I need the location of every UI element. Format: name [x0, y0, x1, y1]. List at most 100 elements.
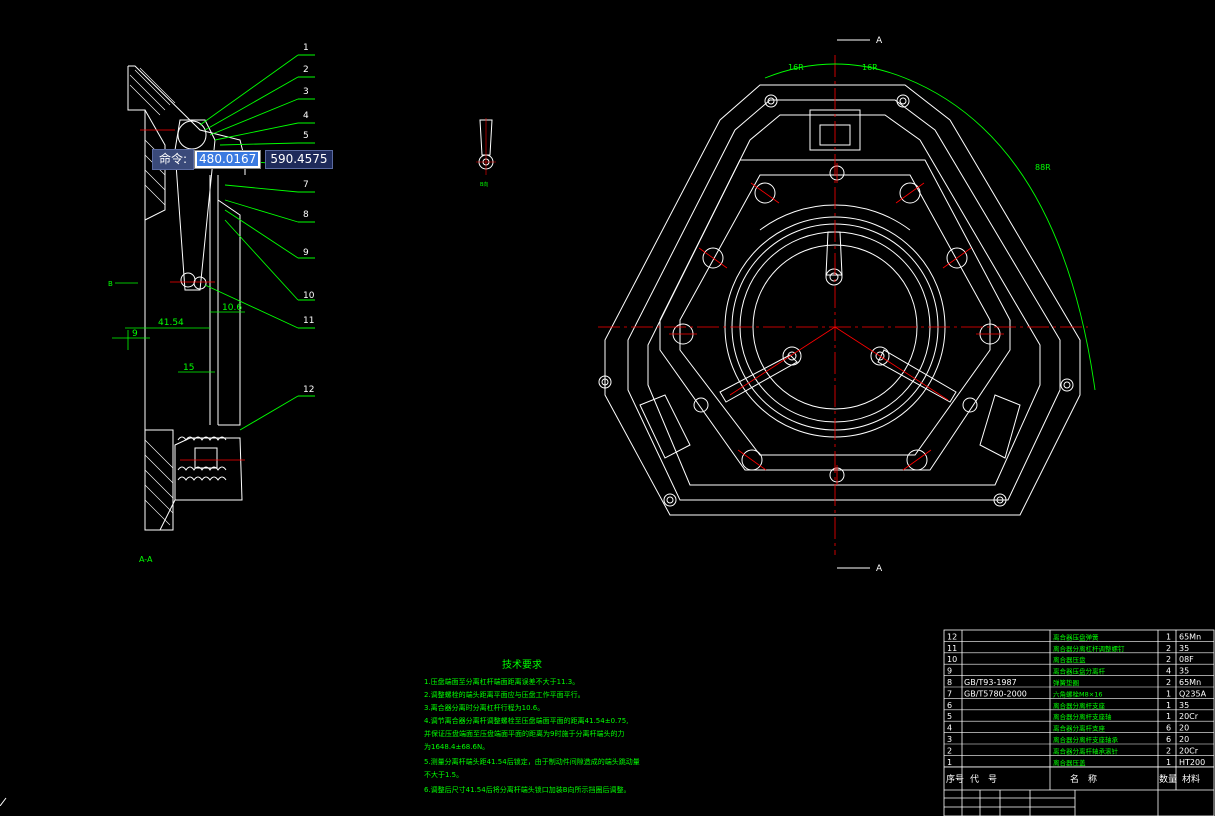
front-dimensions — [764, 63, 1096, 391]
dim-41-54: 41.54 — [158, 318, 184, 328]
table-cell-qty: 2 — [1166, 746, 1171, 755]
table-cell-name: 离合器压盖 — [1053, 758, 1086, 767]
table-cell-code: GB/T5780-2000 — [964, 689, 1027, 698]
table-cell-name: 六角螺栓M8×16 — [1053, 689, 1102, 698]
table-cell-name: 离合器分离杠杆调整螺钉 — [1053, 644, 1125, 653]
callout-2: 2 — [303, 65, 309, 75]
x-coordinate-input[interactable]: 480.0167 — [194, 150, 262, 169]
tech-line-5: 并保证压盘端面至压盘端面平面的距离为9时施于分离杆端头的力 — [424, 729, 624, 738]
table-cell-no: 3 — [947, 735, 952, 744]
tech-line-1: 1.压盘端面至分离杠杆端面距离误差不大于11.3。 — [424, 677, 579, 686]
table-cell-name: 离合器分离杆支座 — [1053, 701, 1106, 710]
parts-table-rows: 12 离合器压盘弹簧 1 65Mn11 离合器分离杠杆调整螺钉 2 3510 离合器压盘 2 08… — [944, 632, 1214, 768]
table-cell-name: 离合器分离杆轴承滚针 — [1053, 746, 1119, 755]
tech-line-4: 4.调节离合器分离杆调整螺栓至压盘端面平面的距离41.54±0.75, — [424, 716, 628, 725]
section-marker-a-top: A — [876, 36, 883, 46]
callout-9: 9 — [303, 248, 309, 258]
callout-leaders — [199, 54, 315, 431]
view-marker-b: B — [108, 280, 113, 288]
x-coordinate-value: 480.0167 — [197, 152, 259, 166]
table-cell-material: HT200 — [1179, 758, 1205, 767]
table-cell-no: 2 — [947, 746, 952, 755]
table-cell-material: 08F — [1179, 655, 1194, 664]
table-cell-material: 20Cr — [1179, 746, 1199, 755]
table-cell-qty: 6 — [1166, 735, 1171, 744]
table-cell-no: 4 — [947, 724, 952, 733]
header-name: 名 称 — [1070, 773, 1097, 785]
table-cell-name: 离合器分离杆支座轴 — [1053, 712, 1112, 721]
tech-line-8: 不大于1.5。 — [424, 770, 463, 779]
table-cell-code: GB/T93-1987 — [964, 678, 1017, 687]
dim-16r-right: 16R — [862, 63, 878, 72]
table-cell-no: 10 — [947, 655, 957, 664]
table-cell-material: 20 — [1179, 724, 1189, 733]
table-cell-no: 12 — [947, 632, 957, 641]
table-cell-qty: 2 — [1166, 644, 1171, 653]
tech-line-9: 6.调整后尺寸41.54后将分离杆端头锁口加装B向所示挡圈后调整。 — [424, 785, 631, 794]
tech-line-2: 2.调整螺栓的端头距离平面应与压盘工作平面平行。 — [424, 690, 585, 699]
table-cell-qty: 2 — [1166, 655, 1171, 664]
table-cell-material: 35 — [1179, 701, 1189, 710]
table-cell-material: 35 — [1179, 667, 1189, 676]
table-cell-qty: 2 — [1166, 678, 1171, 687]
table-cell-material: 20Cr — [1179, 712, 1199, 721]
dim-88r: 88R — [1035, 163, 1051, 172]
callout-10: 10 — [303, 291, 315, 301]
tech-requirements: 技术要求 1.压盘端面至分离杠杆端面距离误差不大于11.3。 2.调整螺栓的端头… — [424, 658, 640, 794]
table-cell-qty: 4 — [1166, 667, 1171, 676]
header-no: 序号 — [946, 773, 964, 785]
callout-11: 11 — [303, 316, 314, 326]
dim-15: 15 — [183, 363, 194, 373]
front-centerlines — [598, 55, 1088, 555]
table-cell-name: 离合器压盘弹簧 — [1053, 632, 1099, 641]
callout-12: 12 — [303, 385, 314, 395]
table-cell-name: 离合器分离杆支座 — [1053, 724, 1106, 733]
table-cell-material: 65Mn — [1179, 632, 1201, 641]
dynamic-input-box[interactable]: 命令: 480.0167 590.4575 — [152, 149, 333, 170]
side-view-texts: 1 2 3 4 5 6 7 8 9 10 11 12 B 41.54 9 10.… — [108, 43, 315, 564]
table-cell-no: 9 — [947, 667, 952, 676]
table-cell-no: 8 — [947, 678, 952, 687]
y-coordinate-input[interactable]: 590.4575 — [265, 150, 333, 169]
section-label: A-A — [139, 555, 153, 564]
table-cell-name: 离合器压盘 — [1053, 655, 1086, 664]
table-cell-no: 6 — [947, 701, 952, 710]
callout-8: 8 — [303, 210, 309, 220]
table-cell-no: 5 — [947, 712, 952, 721]
table-cell-qty: 1 — [1166, 712, 1171, 721]
ucs-icon — [0, 797, 7, 806]
detail-b-label: B向 — [480, 181, 488, 188]
dim-9: 9 — [132, 329, 138, 339]
table-cell-material: 20 — [1179, 735, 1189, 744]
table-cell-name: 弹簧垫圈 — [1053, 678, 1079, 687]
callout-3: 3 — [303, 87, 309, 97]
table-cell-no: 11 — [947, 644, 957, 653]
tech-line-3: 3.离合器分离时分离杠杆行程为10.6。 — [424, 703, 544, 712]
table-cell-name: 离合器分离杆支座轴承 — [1053, 735, 1119, 744]
table-cell-material: 65Mn — [1179, 678, 1201, 687]
table-cell-material: 35 — [1179, 644, 1189, 653]
table-cell-no: 1 — [947, 758, 952, 767]
header-qty: 数量 — [1159, 773, 1177, 785]
tech-line-6: 为1648.4±68.6N。 — [424, 742, 489, 751]
front-view — [598, 84, 1081, 516]
callout-1: 1 — [303, 43, 309, 53]
section-marker-a-bottom: A — [876, 564, 883, 574]
callout-4: 4 — [303, 111, 309, 121]
callout-7: 7 — [303, 180, 309, 190]
table-cell-qty: 1 — [1166, 689, 1171, 698]
table-cell-material: Q235A — [1179, 689, 1207, 698]
cad-drawing-canvas[interactable]: 1 2 3 4 5 6 7 8 9 10 11 12 B 41.54 9 10.… — [0, 0, 1215, 816]
table-cell-no: 7 — [947, 689, 952, 698]
table-cell-qty: 1 — [1166, 632, 1171, 641]
table-cell-name: 离合器压盘分离杆 — [1053, 667, 1106, 676]
callout-5: 5 — [303, 131, 309, 141]
table-cell-qty: 1 — [1166, 701, 1171, 710]
table-cell-qty: 1 — [1166, 758, 1171, 767]
dim-10-6: 10.6 — [222, 303, 242, 313]
tech-line-7: 5.测量分离杆端头距41.54后锁定，由于制动件间隙造成的端头跳动量 — [424, 757, 640, 766]
dim-16r-left: 16R — [788, 63, 804, 72]
detail-b-view — [476, 118, 496, 175]
header-code: 代 号 — [970, 774, 997, 785]
table-cell-qty: 6 — [1166, 724, 1171, 733]
